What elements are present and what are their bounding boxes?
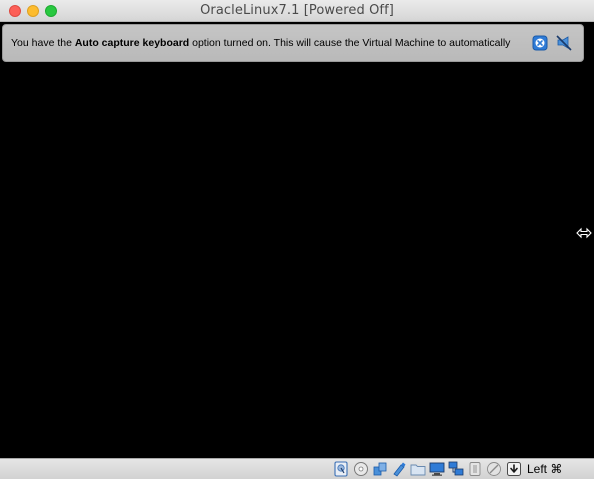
mute-messages-icon (556, 35, 572, 51)
close-message-button[interactable] (532, 35, 548, 51)
host-key-label: Left ⌘ (527, 462, 563, 476)
auto-capture-message-banner: You have the Auto capture keyboard optio… (2, 24, 584, 62)
resize-cursor-icon (576, 226, 592, 240)
optical-drive-icon[interactable] (353, 461, 369, 477)
audio-icon[interactable] (372, 461, 388, 477)
mouse-integration-icon[interactable] (506, 461, 522, 477)
shared-folders-icon[interactable] (410, 461, 426, 477)
recording-icon[interactable] (467, 461, 483, 477)
mute-messages-button[interactable] (556, 35, 572, 51)
usb-icon[interactable] (391, 461, 407, 477)
banner-message: You have the Auto capture keyboard optio… (11, 37, 511, 49)
display-icon[interactable] (429, 461, 445, 477)
title-bar[interactable]: OracleLinux7.1 [Powered Off] (0, 0, 594, 22)
vm-window: OracleLinux7.1 [Powered Off] You have th… (0, 0, 594, 479)
hard-disk-icon[interactable] (333, 461, 349, 477)
cpu-icon[interactable] (486, 461, 502, 477)
window-title: OracleLinux7.1 [Powered Off] (200, 3, 394, 18)
status-bar: Left ⌘ (0, 458, 594, 479)
close-message-icon (532, 35, 548, 51)
network-icon[interactable] (448, 461, 464, 477)
